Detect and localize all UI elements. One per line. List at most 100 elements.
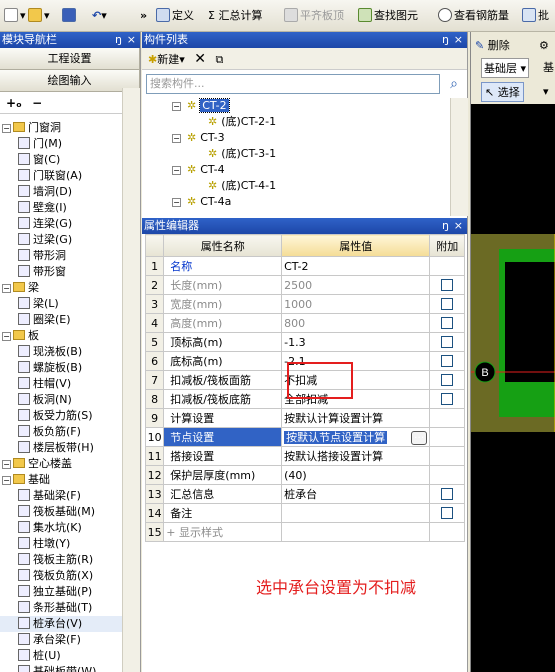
property-value[interactable]: 800 (281, 313, 431, 333)
expand-icon[interactable]: − (2, 284, 11, 293)
nav-item[interactable]: 桩(U) (0, 648, 122, 664)
ellipsis-button[interactable]: ··· (410, 431, 428, 445)
nav-item[interactable]: 承台梁(F) (0, 632, 122, 648)
property-row[interactable]: 4 高度(mm) 800 (144, 313, 465, 333)
add-checkbox[interactable] (441, 354, 454, 367)
flat-top-button[interactable]: 平齐板顶 (284, 6, 344, 26)
search-icon[interactable]: ⌕ (444, 74, 464, 94)
open-folder-icon[interactable]: ▾ (28, 6, 50, 26)
component-item[interactable]: − ✲ CT-4a (172, 194, 231, 210)
property-value[interactable]: -1.3 (281, 332, 431, 352)
property-value[interactable]: 按默认节点设置计算 ··· (281, 427, 431, 447)
property-row[interactable]: 3 宽度(mm) 1000 (144, 294, 465, 314)
nav-item[interactable]: 条形基础(T) (0, 600, 122, 616)
nav-item[interactable]: 带形洞 (0, 248, 122, 264)
expand-icon[interactable]: − (172, 166, 181, 175)
nav-item[interactable]: 梁(L) (0, 296, 122, 312)
expand-icon[interactable]: − (2, 476, 11, 485)
nav-item[interactable]: 现浇板(B) (0, 344, 122, 360)
nav-item[interactable]: 门(M) (0, 136, 122, 152)
drawing-canvas[interactable]: B (471, 104, 555, 672)
undo-icon[interactable]: ↶▾ (92, 6, 107, 26)
expand-icon[interactable]: − (2, 332, 11, 341)
find-element-button[interactable]: 查找图元 (358, 6, 418, 26)
copy-icon[interactable]: ⧉ (215, 53, 223, 66)
property-value[interactable] (281, 522, 431, 542)
component-item[interactable]: − ✲ CT-3 (172, 130, 225, 146)
property-row[interactable]: 10 节点设置 按默认节点设置计算 ··· (144, 427, 465, 447)
property-value[interactable]: (40) (281, 465, 431, 485)
component-item[interactable]: ✲ (底)CT-3-1 (208, 146, 276, 162)
nav-folder[interactable]: − 梁 (0, 280, 122, 296)
view-rebar-button[interactable]: 查看钢筋量 (438, 6, 509, 26)
add-checkbox[interactable] (441, 392, 454, 405)
property-value[interactable]: CT-2 (281, 256, 431, 276)
add-checkbox[interactable] (441, 335, 454, 348)
property-row[interactable]: 2 长度(mm) 2500 (144, 275, 465, 295)
nav-item[interactable]: 窗(C) (0, 152, 122, 168)
expand-icon[interactable]: − (172, 134, 181, 143)
nav-folder[interactable]: − 基础 (0, 472, 122, 488)
property-value[interactable]: 按默认计算设置计算 (281, 408, 431, 428)
property-row[interactable]: 1 名称 CT-2 (144, 256, 465, 276)
property-value[interactable]: 桩承台 (281, 484, 431, 504)
component-item[interactable]: − ✲ CT-4 (172, 162, 225, 178)
component-item[interactable]: − ✲ CT-2 (172, 98, 230, 114)
add-checkbox[interactable] (441, 278, 454, 291)
nav-folder[interactable]: − 空心楼盖 (0, 456, 122, 472)
expand-icon[interactable]: − (172, 102, 181, 111)
property-value[interactable]: 2500 (281, 275, 431, 295)
new-file-icon[interactable]: ▾ (4, 6, 26, 26)
nav-item[interactable]: 板负筋(F) (0, 424, 122, 440)
nav-item[interactable]: 筏板主筋(R) (0, 552, 122, 568)
close-icon[interactable]: × (454, 32, 463, 48)
pin-icon[interactable]: ŋ (442, 32, 449, 48)
nav-item[interactable]: 筏板负筋(X) (0, 568, 122, 584)
property-value[interactable]: 1000 (281, 294, 431, 314)
nav-item[interactable]: 螺旋板(B) (0, 360, 122, 376)
component-item[interactable]: ✲ (底)CT-4-1 (208, 178, 276, 194)
nav-item[interactable]: 基础板带(W) (0, 664, 122, 672)
nav-folder[interactable]: − 板 (0, 328, 122, 344)
add-checkbox[interactable] (441, 373, 454, 386)
close-icon[interactable]: × (454, 218, 463, 234)
property-row[interactable]: 13 汇总信息 桩承台 (144, 484, 465, 504)
nav-item[interactable]: 板受力筋(S) (0, 408, 122, 424)
nav-item[interactable]: 独立基础(P) (0, 584, 122, 600)
component-scrollbar[interactable] (450, 98, 468, 216)
copy-tool-icon[interactable]: ⚙ (539, 36, 549, 56)
add-checkbox[interactable] (441, 506, 454, 519)
project-settings-button[interactable]: 工程设置 (0, 48, 140, 70)
nav-item[interactable]: 连梁(G) (0, 216, 122, 232)
property-row[interactable]: 11 搭接设置 按默认搭接设置计算 (144, 446, 465, 466)
close-icon[interactable]: × (127, 32, 136, 48)
nav-item[interactable]: 过梁(G) (0, 232, 122, 248)
nav-item[interactable]: 壁龛(I) (0, 200, 122, 216)
property-row[interactable]: 5 顶标高(m) -1.3 (144, 332, 465, 352)
search-input[interactable]: 搜索构件... (146, 74, 440, 94)
property-row[interactable]: 9 计算设置 按默认计算设置计算 (144, 408, 465, 428)
more-icon[interactable]: » (140, 6, 147, 26)
nav-item[interactable]: 圈梁(E) (0, 312, 122, 328)
select-button[interactable]: ↖ 选择 (481, 82, 524, 102)
expand-all-icon[interactable]: +ₒ (6, 96, 22, 110)
property-row[interactable]: 15 + 显示样式 (144, 522, 465, 542)
expand-icon[interactable]: − (2, 460, 11, 469)
nav-item[interactable]: 柱墩(Y) (0, 536, 122, 552)
property-value[interactable] (281, 503, 431, 523)
nav-item[interactable]: 板洞(N) (0, 392, 122, 408)
nav-item[interactable]: 基础梁(F) (0, 488, 122, 504)
expand-icon[interactable]: − (2, 124, 11, 133)
add-checkbox[interactable] (441, 297, 454, 310)
nav-item[interactable]: 桩承台(V) (0, 616, 122, 632)
sum-calc-button[interactable]: Σ 汇总计算 (208, 6, 262, 26)
new-component-button[interactable]: ✱新建▾ (148, 53, 185, 66)
batch-button[interactable]: 批 (522, 6, 549, 26)
property-row[interactable]: 12 保护层厚度(mm) (40) (144, 465, 465, 485)
nav-folder[interactable]: − 门窗洞 (0, 120, 122, 136)
nav-item[interactable]: 筏板基础(M) (0, 504, 122, 520)
define-button[interactable]: 定义 (156, 6, 194, 26)
nav-item[interactable]: 柱帽(V) (0, 376, 122, 392)
base-button[interactable]: 基 (543, 58, 554, 78)
nav-item[interactable]: 带形窗 (0, 264, 122, 280)
